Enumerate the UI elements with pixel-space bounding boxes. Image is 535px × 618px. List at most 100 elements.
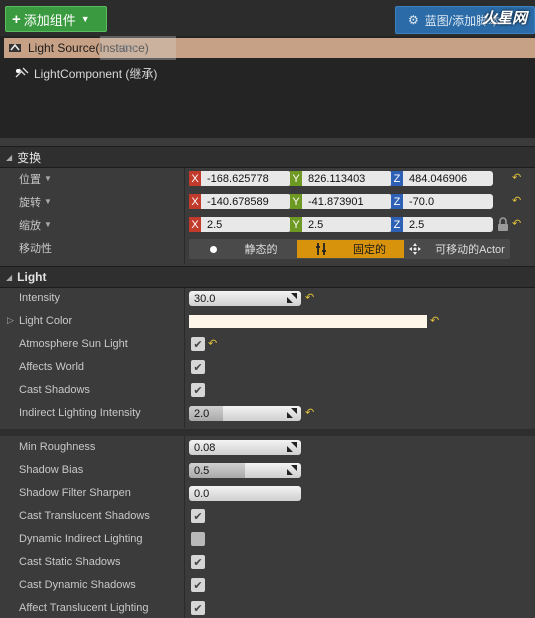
checkbox-check-icon: ✔: [193, 556, 203, 569]
location-label[interactable]: 位置 ▼: [19, 171, 52, 186]
drag-handle-icon: [287, 442, 297, 452]
checkbox-check-icon: ✔: [193, 510, 203, 523]
affect-translucent-lighting-checkbox[interactable]: ✔: [191, 601, 205, 615]
static-dot-icon: [209, 245, 217, 253]
cast-static-shadows-checkbox[interactable]: ✔: [191, 555, 205, 569]
cast-static-shadows-label: Cast Static Shadows: [19, 556, 121, 568]
shadow-bias-label: Shadow Bias: [19, 464, 84, 476]
min-roughness-label: Min Roughness: [19, 441, 96, 453]
mobility-static-label: 静态的: [244, 244, 278, 256]
section-transform-title: 变换: [17, 150, 42, 165]
add-component-button[interactable]: + 添加组件 ▼: [5, 6, 107, 32]
reset-icon[interactable]: ↶: [512, 217, 521, 230]
drag-handle-icon: [287, 465, 297, 475]
rotation-y-value[interactable]: -41.873901: [302, 194, 392, 209]
movable-icon: [409, 243, 422, 255]
light-color-label: Light Color: [19, 315, 73, 327]
cast-dynamic-shadows-label: Cast Dynamic Shadows: [19, 579, 136, 591]
min-roughness-field[interactable]: 0.08: [189, 440, 301, 455]
light-source-icon: [9, 43, 21, 52]
indirect-lighting-intensity-field[interactable]: 2.0: [189, 406, 301, 421]
rotation-z-value[interactable]: -70.0: [403, 194, 493, 209]
scale-label[interactable]: 缩放 ▼: [19, 217, 52, 232]
cast-translucent-shadows-checkbox[interactable]: ✔: [191, 509, 205, 523]
indirect-lighting-intensity-label: Indirect Lighting Intensity: [19, 407, 141, 419]
lock-icon[interactable]: [497, 217, 509, 232]
reset-icon[interactable]: ↶: [512, 171, 521, 184]
affects-world-checkbox[interactable]: ✔: [191, 360, 205, 374]
scale-y-field[interactable]: Y 2.5: [290, 217, 392, 232]
mobility-movable-label: 可移动的Actor: [435, 244, 505, 256]
location-label-text: 位置: [19, 173, 41, 186]
light-color-swatch[interactable]: [189, 315, 427, 328]
tree-item-light-component[interactable]: LightComponent (继承): [14, 64, 157, 82]
plus-icon: +: [12, 10, 21, 28]
min-roughness-value: 0.08: [194, 441, 216, 454]
section-transform-header[interactable]: ◢ 变换: [0, 146, 535, 168]
location-z-value[interactable]: 484.046906: [403, 171, 493, 186]
rotation-z-field[interactable]: Z -70.0: [391, 194, 493, 209]
scale-x-value[interactable]: 2.5: [201, 217, 291, 232]
reset-icon[interactable]: ↶: [208, 337, 217, 350]
scale-x-field[interactable]: X 2.5: [189, 217, 291, 232]
chevron-down-icon: ▼: [44, 220, 52, 229]
cast-dynamic-shadows-checkbox[interactable]: ✔: [191, 578, 205, 592]
axis-z-label: Z: [391, 171, 403, 186]
drag-handle-icon: [287, 293, 297, 303]
reset-icon[interactable]: ↶: [305, 291, 314, 304]
intensity-label: Intensity: [19, 292, 60, 304]
location-y-field[interactable]: Y 826.113403: [290, 171, 392, 186]
axis-y-label: Y: [290, 217, 302, 232]
intensity-field[interactable]: 30.0: [189, 291, 301, 306]
location-y-value[interactable]: 826.113403: [302, 171, 392, 186]
shadow-bias-value: 0.5: [194, 464, 210, 477]
mobility-movable-option[interactable]: 可移动的Actor: [405, 240, 509, 258]
affect-translucent-lighting-label: Affect Translucent Lighting: [19, 602, 149, 614]
section-light-header[interactable]: ◢ Light: [0, 266, 535, 288]
column-divider: [184, 168, 185, 264]
expand-triangle-icon[interactable]: ▷: [7, 315, 14, 326]
tree-item-root[interactable]: Light Source(Instance): [4, 38, 535, 58]
rotation-y-field[interactable]: Y -41.873901: [290, 194, 392, 209]
atmosphere-sun-light-label: Atmosphere Sun Light: [19, 338, 128, 350]
axis-z-label: Z: [391, 194, 403, 209]
checkbox-check-icon: ✔: [193, 579, 203, 592]
rotation-label-text: 旋转: [19, 196, 41, 209]
expand-triangle-icon: ◢: [6, 272, 13, 282]
reset-icon[interactable]: ↶: [305, 406, 314, 419]
location-x-value[interactable]: -168.625778: [201, 171, 291, 186]
dynamic-indirect-lighting-checkbox[interactable]: [191, 532, 205, 546]
mobility-static-option[interactable]: 静态的: [191, 240, 296, 258]
scale-z-field[interactable]: Z 2.5: [391, 217, 493, 232]
axis-x-label: X: [189, 171, 201, 186]
scale-z-value[interactable]: 2.5: [403, 217, 493, 232]
location-x-field[interactable]: X -168.625778: [189, 171, 291, 186]
rotation-label[interactable]: 旋转 ▼: [19, 194, 52, 209]
axis-y-label: Y: [290, 194, 302, 209]
reset-icon[interactable]: ↶: [430, 314, 439, 327]
shadow-bias-field[interactable]: 0.5: [189, 463, 301, 478]
rotation-x-value[interactable]: -140.678589: [201, 194, 291, 209]
cast-shadows-checkbox[interactable]: ✔: [191, 383, 205, 397]
mobility-label: 移动性: [19, 243, 52, 255]
checkbox-check-icon: ✔: [193, 384, 203, 397]
group-spacer: [0, 429, 535, 436]
section-light-title: Light: [17, 270, 47, 284]
drag-handle-icon: [287, 408, 297, 418]
atmosphere-sun-light-checkbox[interactable]: ✔: [191, 337, 205, 351]
mobility-stationary-option[interactable]: 固定的: [297, 240, 404, 258]
reset-icon[interactable]: ↶: [512, 194, 521, 207]
location-z-field[interactable]: Z 484.046906: [391, 171, 493, 186]
affects-world-label: Affects World: [19, 361, 85, 373]
chevron-down-icon: ▼: [80, 14, 90, 24]
shadow-filter-sharpen-field[interactable]: 0.0: [189, 486, 301, 501]
checkbox-check-icon: ✔: [193, 338, 203, 351]
checkbox-check-icon: ✔: [193, 361, 203, 374]
dynamic-indirect-lighting-label: Dynamic Indirect Lighting: [19, 533, 143, 545]
drag-tooltip: ctor: [100, 36, 176, 60]
details-panel: + 添加组件 ▼ ⚙ 蓝图/添加脚本 火星网 Light Source(Inst…: [0, 0, 535, 618]
scale-y-value[interactable]: 2.5: [302, 217, 392, 232]
axis-y-label: Y: [290, 171, 302, 186]
rotation-x-field[interactable]: X -140.678589: [189, 194, 291, 209]
chevron-down-icon: ▼: [44, 174, 52, 183]
